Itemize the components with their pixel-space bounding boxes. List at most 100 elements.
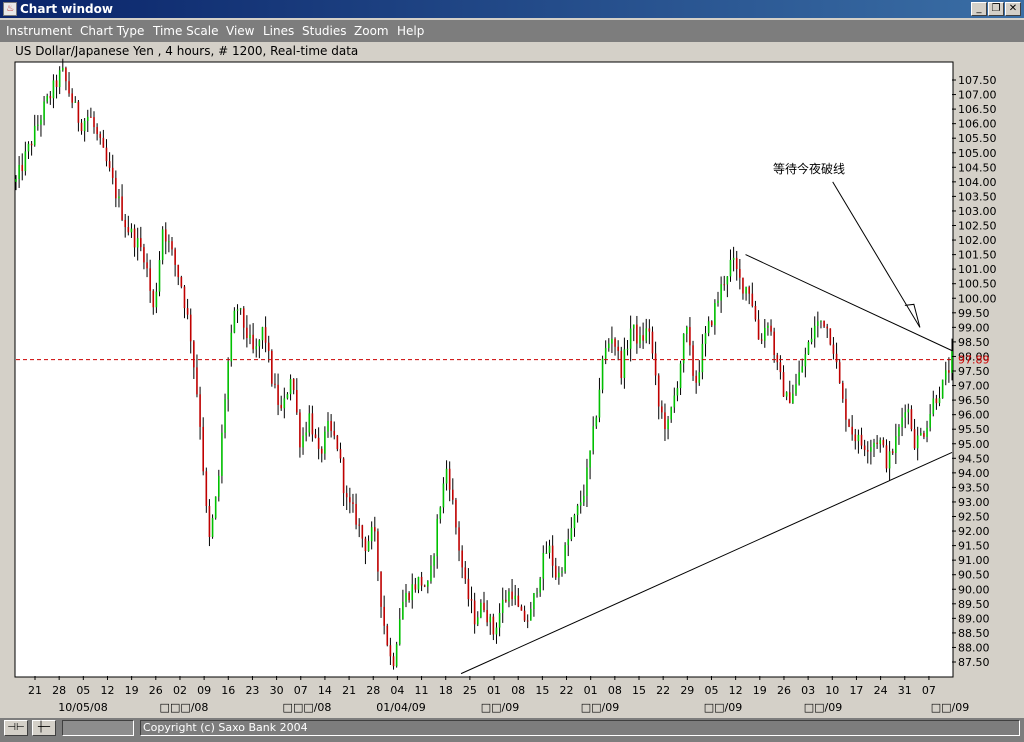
candle-body [770, 325, 772, 332]
y-tick-label: 95.00 [958, 438, 990, 451]
crosshair-button[interactable]: ┼─ [32, 720, 56, 736]
y-tick-label: 91.50 [958, 540, 990, 553]
candle-body [514, 595, 516, 600]
candle-body [704, 333, 707, 344]
candle-body [857, 434, 860, 442]
candle-body [289, 378, 292, 395]
month-label: □□/09 [581, 701, 620, 714]
candle-body [932, 398, 935, 414]
pin-button[interactable]: ⊣⊢ [4, 720, 28, 736]
x-tick-label: 23 [245, 684, 259, 697]
candle-body [726, 276, 729, 285]
y-tick-label: 97.00 [958, 380, 990, 393]
candle-body [158, 260, 161, 292]
candle-body [804, 354, 807, 367]
candle-body [133, 228, 136, 248]
candle-body [573, 515, 576, 529]
candle-body [308, 413, 311, 433]
candle-body [408, 592, 410, 601]
candle-body [389, 645, 392, 657]
candle-body [732, 257, 735, 260]
y-tick-label: 94.00 [958, 467, 990, 480]
candle-body [720, 284, 722, 301]
candle-body [539, 578, 541, 593]
candle-body [648, 328, 651, 332]
candle-body [121, 196, 123, 220]
candle-body [795, 384, 797, 394]
candle-body [745, 287, 747, 294]
candle-body [526, 620, 529, 622]
y-tick-label: 104.00 [958, 176, 997, 189]
candle-body [171, 241, 173, 250]
candle-body [411, 584, 414, 601]
x-tick-label: 19 [753, 684, 767, 697]
scroll-strip[interactable] [62, 720, 134, 736]
chart-canvas[interactable]: 107.50107.00106.50106.00105.50105.00104.… [0, 0, 1024, 742]
x-tick-label: 31 [898, 684, 912, 697]
candle-body [33, 125, 36, 146]
candle-body [492, 616, 495, 635]
candle-body [336, 435, 339, 450]
candle-body [951, 351, 953, 373]
candle-body [420, 576, 423, 586]
candle-body [430, 565, 432, 582]
candle-body [870, 447, 872, 452]
y-tick-label: 101.50 [958, 249, 997, 262]
candle-body [838, 362, 841, 383]
candle-body [810, 338, 813, 343]
candle-body [863, 445, 866, 450]
candle-body [330, 420, 332, 431]
candle-body [305, 432, 307, 436]
plot-area[interactable] [14, 61, 954, 678]
x-tick-label: 01 [584, 684, 598, 697]
x-tick-label: 07 [294, 684, 308, 697]
y-tick-label: 103.50 [958, 190, 997, 203]
candle-body [271, 350, 273, 384]
candle-body [473, 600, 476, 625]
candle-body [196, 367, 198, 395]
candle-body [476, 617, 479, 625]
candle-body [826, 326, 828, 329]
candle-body [682, 333, 685, 364]
candle-body [545, 552, 548, 554]
candle-body [324, 431, 326, 454]
candle-body [929, 413, 931, 428]
candle-body [55, 80, 58, 88]
status-bar: ⊣⊢ ┼─ Copyright (c) Saxo Bank 2004 [0, 718, 1024, 742]
y-tick-label: 107.50 [958, 74, 997, 87]
y-tick-label: 98.50 [958, 336, 990, 349]
candle-body [679, 363, 682, 389]
candle-body [239, 308, 242, 310]
copyright-text: Copyright (c) Saxo Bank 2004 [140, 720, 1020, 736]
candle-body [58, 70, 61, 88]
candle-body [402, 601, 404, 620]
candle-body [470, 599, 473, 601]
candle-body [866, 449, 869, 452]
candle-body [302, 435, 304, 448]
candle-body [701, 343, 704, 373]
candle-body [140, 238, 142, 248]
candle-body [349, 497, 351, 503]
candle-body [455, 499, 457, 528]
candle-body [601, 358, 604, 390]
candle-body [296, 390, 298, 413]
candle-body [370, 527, 373, 542]
candle-body [735, 257, 738, 269]
candle-body [636, 324, 638, 344]
candle-body [168, 241, 170, 243]
candle-body [199, 394, 201, 427]
candle-body [461, 550, 463, 568]
x-tick-label: 28 [52, 684, 66, 697]
x-tick-label: 26 [777, 684, 791, 697]
candle-body [386, 625, 389, 646]
candle-body [885, 445, 888, 469]
candle-body [311, 413, 314, 435]
candle-body [202, 426, 204, 472]
candle-body [352, 502, 354, 504]
candle-body [842, 382, 844, 399]
candle-body [895, 436, 897, 454]
candle-body [46, 95, 48, 102]
candle-body [205, 471, 208, 506]
candle-body [489, 616, 492, 623]
candle-body [898, 427, 900, 437]
